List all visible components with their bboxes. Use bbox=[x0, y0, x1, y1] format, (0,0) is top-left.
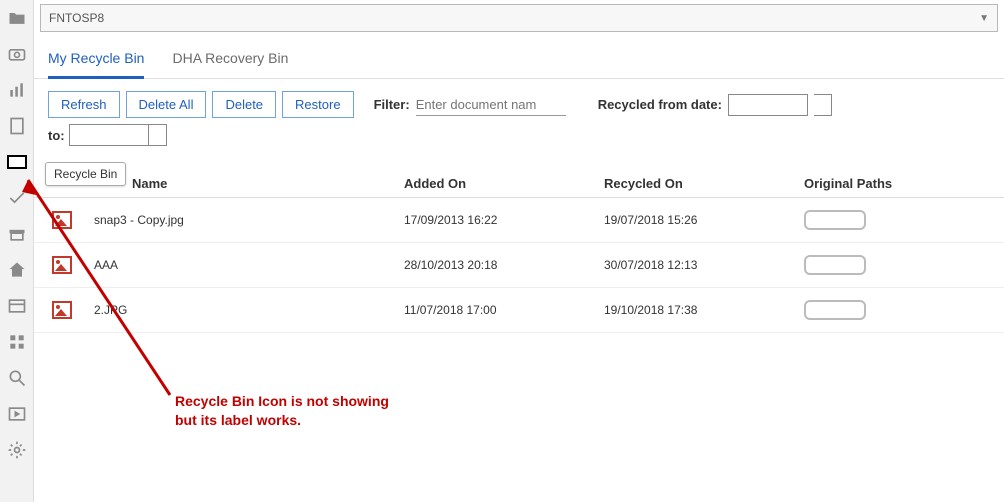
tab-dha-recovery-bin[interactable]: DHA Recovery Bin bbox=[172, 50, 288, 79]
recycled-to-picker-button[interactable] bbox=[149, 124, 167, 146]
sidebar-document-icon[interactable] bbox=[0, 108, 34, 144]
recycled-to-input[interactable] bbox=[69, 124, 149, 146]
cell-added: 28/10/2013 20:18 bbox=[404, 258, 604, 272]
table-row[interactable]: snap3 - Copy.jpg 17/09/2013 16:22 19/07/… bbox=[34, 198, 1004, 243]
image-file-icon bbox=[52, 256, 72, 274]
delete-all-button[interactable]: Delete All bbox=[126, 91, 207, 118]
sidebar-next-icon[interactable] bbox=[0, 396, 34, 432]
sidebar-home-icon[interactable] bbox=[0, 252, 34, 288]
table-header: Name Added On Recycled On Original Paths bbox=[34, 170, 1004, 198]
col-name-header[interactable]: Name bbox=[84, 176, 404, 191]
annotation-text: Recycle Bin Icon is not showing but its … bbox=[175, 392, 389, 430]
recycled-from-picker-button[interactable] bbox=[814, 94, 832, 116]
sidebar-chart-icon[interactable] bbox=[0, 72, 34, 108]
image-file-icon bbox=[52, 301, 72, 319]
filter-input[interactable] bbox=[416, 94, 566, 116]
recycle-bin-tooltip: Recycle Bin bbox=[45, 162, 126, 186]
sidebar-gear-icon[interactable] bbox=[0, 432, 34, 468]
recycled-from-input[interactable] bbox=[728, 94, 808, 116]
missing-icon-placeholder bbox=[7, 155, 27, 169]
sidebar-archive-icon[interactable] bbox=[0, 216, 34, 252]
sidebar-search-icon[interactable] bbox=[0, 360, 34, 396]
col-recycled-header[interactable]: Recycled On bbox=[604, 176, 804, 191]
path-text: FNTOSP8 bbox=[49, 11, 104, 25]
recycle-table: Name Added On Recycled On Original Paths… bbox=[34, 170, 1004, 333]
cell-added: 17/09/2013 16:22 bbox=[404, 213, 604, 227]
original-path-box bbox=[804, 210, 866, 230]
sidebar-camera-icon[interactable] bbox=[0, 36, 34, 72]
col-added-header[interactable]: Added On bbox=[404, 176, 604, 191]
delete-button[interactable]: Delete bbox=[212, 91, 276, 118]
tab-my-recycle-bin[interactable]: My Recycle Bin bbox=[48, 50, 144, 79]
cell-name: snap3 - Copy.jpg bbox=[84, 213, 404, 227]
toolbar-row-2: to: bbox=[48, 124, 1004, 146]
original-path-box bbox=[804, 255, 866, 275]
cell-added: 11/07/2018 17:00 bbox=[404, 303, 604, 317]
tabs: My Recycle Bin DHA Recovery Bin bbox=[48, 50, 1004, 79]
cell-recycled: 19/10/2018 17:38 bbox=[604, 303, 804, 317]
cell-recycled: 30/07/2018 12:13 bbox=[604, 258, 804, 272]
chevron-down-icon: ▼ bbox=[979, 13, 989, 24]
col-original-header[interactable]: Original Paths bbox=[804, 176, 924, 191]
sidebar-check-icon[interactable] bbox=[0, 180, 34, 216]
filter-label: Filter: bbox=[374, 97, 410, 112]
cell-name: 2.JPG bbox=[84, 303, 404, 317]
path-dropdown[interactable]: FNTOSP8 ▼ bbox=[40, 4, 998, 32]
sidebar-recycle-bin-icon[interactable] bbox=[0, 144, 34, 180]
original-path-box bbox=[804, 300, 866, 320]
refresh-button[interactable]: Refresh bbox=[48, 91, 120, 118]
sidebar bbox=[0, 0, 34, 502]
sidebar-folder-icon[interactable] bbox=[0, 0, 34, 36]
toolbar: Refresh Delete All Delete Restore Filter… bbox=[48, 91, 1004, 118]
cell-name: AAA bbox=[84, 258, 404, 272]
cell-recycled: 19/07/2018 15:26 bbox=[604, 213, 804, 227]
sidebar-list-icon[interactable] bbox=[0, 288, 34, 324]
to-label: to: bbox=[48, 128, 65, 143]
sidebar-grid-icon[interactable] bbox=[0, 324, 34, 360]
recycled-from-label: Recycled from date: bbox=[598, 97, 722, 112]
table-row[interactable]: AAA 28/10/2013 20:18 30/07/2018 12:13 bbox=[34, 243, 1004, 288]
restore-button[interactable]: Restore bbox=[282, 91, 354, 118]
table-row[interactable]: 2.JPG 11/07/2018 17:00 19/10/2018 17:38 bbox=[34, 288, 1004, 333]
image-file-icon bbox=[52, 211, 72, 229]
